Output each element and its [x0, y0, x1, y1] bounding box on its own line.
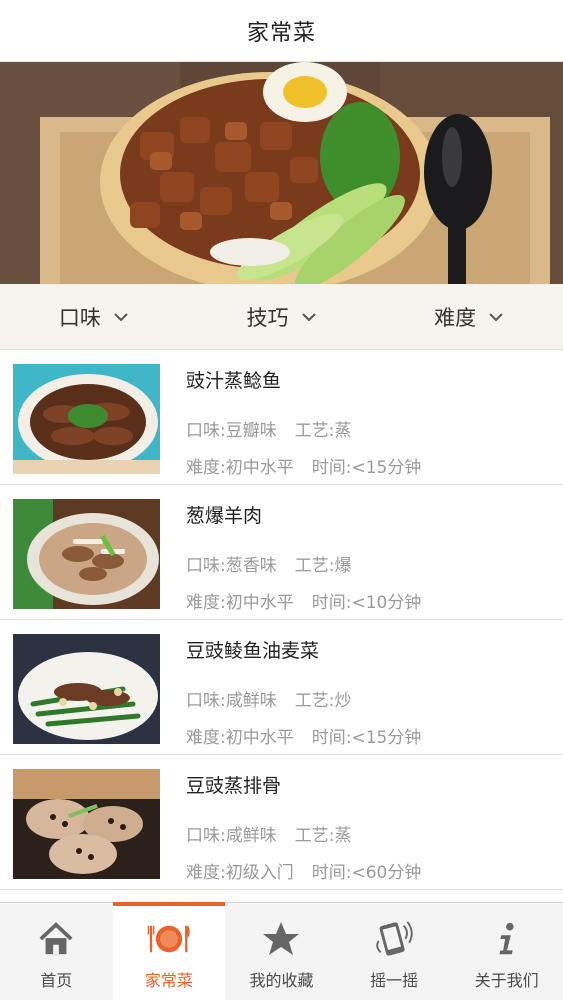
app-header: 家常菜	[0, 0, 563, 62]
recipe-flavor: 口味:葱香味	[186, 556, 277, 576]
recipe-name: 葱爆羊肉	[186, 505, 263, 527]
home-icon	[34, 917, 78, 961]
recipe-time: 时间:<15分钟	[311, 458, 422, 478]
recipe-difficulty: 难度:初中水平	[186, 728, 294, 748]
recipe-time: 时间:<10分钟	[311, 593, 422, 613]
recipe-thumbnail	[13, 364, 160, 474]
recipe-time: 时间:<15分钟	[311, 728, 422, 748]
tab-shake[interactable]: 摇一摇	[338, 903, 451, 1000]
recipe-craft: 工艺:蒸	[294, 826, 352, 846]
page-title: 家常菜	[246, 20, 316, 46]
filter-flavor[interactable]: 口味	[0, 302, 188, 332]
braised-pork-rice-bowl-photo	[0, 62, 563, 284]
bottom-tab-bar: 首页 家常菜 我的收藏 摇一摇 关于我们	[0, 902, 563, 1000]
recipe-craft: 工艺:蒸	[294, 421, 352, 441]
recipe-flavor: 口味:咸鲜味	[186, 826, 277, 846]
filter-flavor-label: 口味	[58, 305, 101, 330]
tab-shake-label: 摇一摇	[370, 971, 419, 990]
chevron-down-icon	[114, 312, 128, 321]
filter-bar: 口味 技巧 难度	[0, 284, 563, 350]
tab-home-cooking-label: 家常菜	[144, 971, 193, 990]
star-icon	[259, 917, 303, 961]
recipe-difficulty: 难度:初中水平	[186, 458, 294, 478]
recipe-list-item[interactable]: 豆豉鲮鱼油麦菜 口味:咸鲜味 工艺:炒 难度:初中水平 时间:<15分钟	[0, 620, 563, 755]
recipe-list-item[interactable]: 豆豉蒸排骨 口味:咸鲜味 工艺:蒸 难度:初级入门 时间:<60分钟	[0, 755, 563, 890]
recipe-list: 豉汁蒸鲶鱼 口味:豆瓣味 工艺:蒸 难度:初中水平 时间:<15分钟 葱爆羊肉 …	[0, 350, 563, 890]
filter-difficulty[interactable]: 难度	[375, 302, 563, 332]
tab-about-us-label: 关于我们	[474, 971, 539, 990]
recipe-flavor: 口味:咸鲜味	[186, 691, 277, 711]
recipe-craft: 工艺:爆	[294, 556, 352, 576]
recipe-difficulty: 难度:初级入门	[186, 863, 294, 883]
filter-difficulty-label: 难度	[434, 305, 477, 330]
tab-about-us[interactable]: 关于我们	[450, 903, 563, 1000]
shake-phone-icon	[372, 917, 416, 961]
tab-home-cooking[interactable]: 家常菜	[112, 902, 226, 1000]
hero-banner-image[interactable]	[0, 62, 563, 284]
chevron-down-icon	[489, 312, 503, 321]
tab-home-label: 首页	[40, 971, 73, 990]
recipe-name: 豆豉鲮鱼油麦菜	[186, 640, 320, 662]
info-icon	[485, 917, 529, 961]
recipe-thumbnail	[13, 634, 160, 744]
tab-favorites[interactable]: 我的收藏	[225, 903, 338, 1000]
recipe-thumbnail	[13, 769, 160, 879]
recipe-name: 豉汁蒸鲶鱼	[186, 370, 282, 392]
plate-utensils-icon	[147, 917, 191, 961]
recipe-list-item[interactable]: 豉汁蒸鲶鱼 口味:豆瓣味 工艺:蒸 难度:初中水平 时间:<15分钟	[0, 350, 563, 485]
filter-technique[interactable]: 技巧	[188, 302, 376, 332]
recipe-flavor: 口味:豆瓣味	[186, 421, 277, 441]
tab-favorites-label: 我的收藏	[249, 971, 314, 990]
filter-technique-label: 技巧	[246, 305, 289, 330]
recipe-name: 豆豉蒸排骨	[186, 775, 282, 797]
recipe-craft: 工艺:炒	[294, 691, 352, 711]
recipe-time: 时间:<60分钟	[311, 863, 422, 883]
recipe-difficulty: 难度:初中水平	[186, 593, 294, 613]
recipe-list-item[interactable]: 葱爆羊肉 口味:葱香味 工艺:爆 难度:初中水平 时间:<10分钟	[0, 485, 563, 620]
tab-home[interactable]: 首页	[0, 903, 113, 1000]
recipe-thumbnail	[13, 499, 160, 609]
chevron-down-icon	[301, 312, 316, 321]
